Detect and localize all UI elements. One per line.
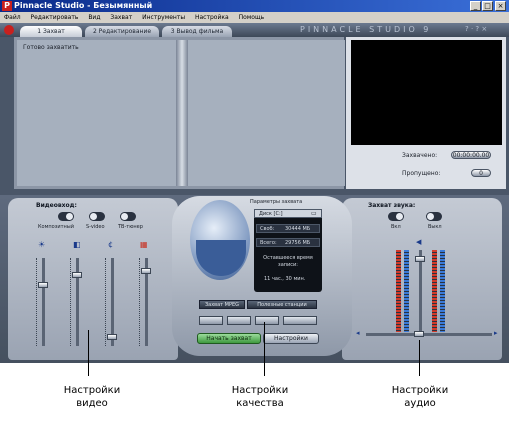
right-level-meter-blue: [440, 250, 445, 332]
disk-name: Диск [С:]: [259, 211, 283, 217]
total-value: 29756 МБ: [285, 240, 311, 246]
total-label: Всего:: [260, 240, 277, 246]
balance-slider-knob[interactable]: [414, 331, 424, 337]
capture-settings-button[interactable]: Настройки: [263, 333, 319, 344]
quality-settings-caption: Настройки качества: [220, 384, 300, 410]
caption-line: качества: [236, 398, 284, 409]
title-bar: P Pinnacle Studio - Безымянный _ □ ×: [0, 0, 509, 12]
menu-view[interactable]: Вид: [88, 14, 100, 21]
menu-setup[interactable]: Настройка: [195, 14, 229, 21]
volume-slider-track[interactable]: [419, 250, 422, 332]
brightness-slider-knob[interactable]: [38, 282, 48, 288]
audio-off-toggle[interactable]: [426, 212, 442, 221]
free-space-box: Своб: 30444 МБ: [256, 224, 320, 233]
menu-file[interactable]: Файл: [4, 14, 21, 21]
right-level-meter: [432, 250, 437, 332]
composite-label: Композитный: [38, 224, 74, 230]
tab-make-movie[interactable]: 3 Вывод фильма: [162, 26, 232, 37]
free-label: Своб:: [260, 226, 275, 232]
color-icon: ▦: [140, 240, 148, 249]
remaining-label: Оставшееся время записи:: [263, 255, 313, 268]
caption-line: Настройки: [231, 385, 289, 396]
disk-selector[interactable]: Диск [С:] ▭: [254, 209, 322, 218]
capture-params-header: Параметры захвата: [250, 199, 303, 205]
video-input-title: Видеовход:: [36, 202, 77, 209]
left-level-meter: [396, 250, 401, 332]
tab-edit[interactable]: 2 Редактирование: [85, 26, 159, 37]
quality-option-2[interactable]: [227, 316, 251, 325]
brightness-slider-track[interactable]: [42, 258, 45, 346]
remaining-value: 11 час., 30 мин.: [264, 276, 306, 282]
audio-on-label: Вкл: [391, 224, 401, 230]
quality-option-1[interactable]: [199, 316, 223, 325]
window-title: Pinnacle Studio - Безымянный: [14, 1, 153, 10]
caption-line: видео: [76, 398, 108, 409]
free-value: 30444 МБ: [285, 226, 311, 232]
balance-slider-track[interactable]: [366, 333, 492, 336]
app-logo-icon: P: [2, 1, 12, 11]
mpeg-capture-button[interactable]: Захват MPEG: [199, 300, 245, 309]
quality-preset-display[interactable]: Полезные станции: [247, 300, 317, 309]
album-left-page: [17, 40, 178, 186]
folder-icon[interactable]: ▭: [311, 210, 317, 218]
svideo-label: S-video: [86, 224, 105, 230]
volume-slider-knob[interactable]: [415, 256, 425, 262]
audio-callout-line: [419, 340, 420, 376]
menu-edit[interactable]: Редактировать: [31, 14, 79, 21]
tab-capture[interactable]: 1 Захват: [20, 26, 82, 37]
audio-capture-title: Захват звука:: [368, 202, 416, 209]
quality-option-4[interactable]: [283, 316, 317, 325]
album-spine: [176, 40, 188, 186]
quality-callout-line: [264, 322, 265, 376]
captured-label: Захвачено:: [402, 152, 438, 159]
sharpness-icon: ¢: [108, 240, 114, 249]
tv-tuner-toggle[interactable]: [120, 212, 136, 221]
video-settings-caption: Настройки видео: [52, 384, 132, 410]
composite-toggle[interactable]: [58, 212, 74, 221]
volume-icon: ◀: [416, 238, 422, 246]
audio-settings-caption: Настройки аудио: [380, 384, 460, 410]
video-settings-panel: [8, 198, 178, 360]
start-capture-button[interactable]: Начать захват: [197, 333, 261, 344]
video-preview-screen: [351, 40, 502, 145]
sharpness-slider-track[interactable]: [111, 258, 114, 346]
close-button[interactable]: ×: [495, 1, 506, 11]
left-level-meter-blue: [404, 250, 409, 332]
video-callout-line: [88, 330, 89, 376]
audio-on-toggle[interactable]: [388, 212, 404, 221]
minimize-button[interactable]: _: [470, 1, 481, 11]
audio-off-label: Выкл: [428, 224, 442, 230]
brand-label: PINNACLE STUDIO 9: [300, 25, 432, 34]
sharpness-ticks: [105, 258, 110, 346]
contrast-icon: ◧: [73, 240, 81, 249]
total-space-box: Всего: 29756 МБ: [256, 238, 320, 247]
menu-tools[interactable]: Инструменты: [142, 14, 185, 21]
help-icons[interactable]: ? · ? ×: [465, 25, 487, 33]
album-right-page: [184, 40, 345, 186]
quality-option-3[interactable]: [255, 316, 279, 325]
dropped-count: 0: [471, 169, 491, 177]
dropped-label: Пропущено:: [402, 170, 441, 177]
brightness-icon: ☀: [38, 240, 46, 249]
balance-right-icon: ▸: [494, 329, 498, 337]
contrast-slider-knob[interactable]: [72, 272, 82, 278]
color-slider-knob[interactable]: [141, 268, 151, 274]
menu-capture[interactable]: Захват: [110, 14, 132, 21]
balance-left-icon: ◂: [356, 329, 360, 337]
menu-help[interactable]: Помощь: [239, 14, 265, 21]
maximize-button[interactable]: □: [482, 1, 493, 11]
studio-logo-icon: [4, 25, 14, 35]
tv-tuner-label: ТВ-тюнер: [118, 224, 143, 230]
caption-line: Настройки: [391, 385, 449, 396]
caption-line: Настройки: [63, 385, 121, 396]
brightness-ticks: [36, 258, 41, 346]
captured-time: 00:00:00.00: [451, 151, 491, 159]
menu-bar: Файл Редактировать Вид Захват Инструмент…: [0, 12, 509, 23]
svideo-toggle[interactable]: [89, 212, 105, 221]
album-status-text: Готово захватить: [23, 44, 79, 51]
caption-line: аудио: [404, 398, 436, 409]
sharpness-slider-knob[interactable]: [107, 334, 117, 340]
